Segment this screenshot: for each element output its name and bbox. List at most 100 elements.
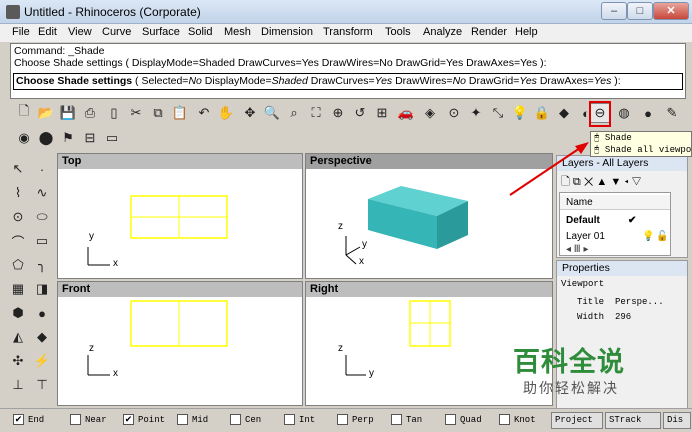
rectangle-icon[interactable]: ▭ — [32, 231, 52, 251]
osnap-perp[interactable]: Perp — [337, 414, 374, 425]
menu-curve[interactable]: Curve — [102, 26, 131, 38]
fillet-icon[interactable]: ╮ — [32, 255, 52, 275]
menu-mesh[interactable]: Mesh — [224, 26, 251, 38]
osnap-end[interactable]: ✔ End — [13, 414, 44, 425]
undo-view-icon[interactable]: ↺ — [350, 103, 370, 123]
viewport-title[interactable]: Front — [58, 282, 302, 297]
menu-analyze[interactable]: Analyze — [423, 26, 462, 38]
save-icon[interactable]: 💾 — [58, 103, 78, 123]
open-file-icon[interactable]: 📂 — [36, 103, 56, 123]
polygon-icon[interactable]: ⬠ — [8, 255, 28, 275]
rotate-view-icon[interactable]: ✥ — [240, 103, 260, 123]
zoom-icon[interactable]: 🔍 — [262, 103, 282, 123]
prompt-option-drawgrid[interactable]: DrawGrid= — [466, 75, 519, 87]
menu-transform[interactable]: Transform — [323, 26, 373, 38]
align-icon[interactable]: ⊤ — [32, 375, 52, 395]
menu-render[interactable]: Render — [471, 26, 507, 38]
color-sphere-icon[interactable]: ◉ — [14, 128, 34, 148]
project-toggle[interactable]: Project — [551, 412, 603, 429]
layers-scrollbar-horizontal[interactable]: ◂ Ⅲ ▸ — [560, 242, 670, 257]
circle-icon[interactable]: ⊙ — [8, 207, 28, 227]
cut-icon[interactable]: ✂ — [126, 103, 146, 123]
print-icon[interactable]: ⎙ — [80, 103, 100, 123]
plane-icon[interactable]: ◈ — [420, 103, 440, 123]
paste-icon[interactable]: 📋 — [170, 103, 190, 123]
document-icon[interactable]: ▭ — [102, 128, 122, 148]
menu-file[interactable]: File — [12, 26, 30, 38]
checkbox[interactable] — [337, 414, 348, 425]
checkbox[interactable] — [284, 414, 295, 425]
checkbox[interactable] — [177, 414, 188, 425]
property-value[interactable]: Perspe... — [615, 297, 664, 307]
zoom-window-icon[interactable]: ⌕ — [284, 103, 304, 123]
checkbox[interactable] — [445, 414, 456, 425]
sphere-icon[interactable]: ● — [32, 303, 52, 323]
flag-icon[interactable]: ⚑ — [58, 128, 78, 148]
prompt-option-drawaxes[interactable]: DrawAxes= — [537, 75, 594, 87]
cplane-icon[interactable]: ⤡ — [488, 103, 508, 123]
mesh-icon[interactable]: ◭ — [8, 327, 28, 347]
surface-icon[interactable]: ▦ — [8, 279, 28, 299]
command-area[interactable]: Command: _Shade Choose Shade settings ( … — [10, 43, 686, 99]
osnap-quad[interactable]: Quad — [445, 414, 482, 425]
point-icon[interactable]: · — [32, 159, 52, 179]
lock-icon[interactable]: 🔒 — [532, 103, 552, 123]
minimize-button[interactable]: – — [601, 2, 627, 20]
move-parent-icon[interactable]: ◂ — [624, 176, 628, 188]
property-value[interactable]: 296 — [615, 312, 631, 322]
curve-icon[interactable]: ∿ — [32, 183, 52, 203]
strack-toggle[interactable]: STrack — [605, 412, 661, 429]
lightbulb-icon[interactable]: 💡 — [510, 103, 530, 123]
checkbox[interactable] — [499, 414, 510, 425]
undo-icon[interactable]: ↶ — [194, 103, 214, 123]
menu-dimension[interactable]: Dimension — [261, 26, 313, 38]
arc-icon[interactable]: ⌒ — [8, 231, 28, 251]
object-snap-icon[interactable]: ✦ — [466, 103, 486, 123]
osnap-int[interactable]: Int — [284, 414, 315, 425]
filter-icon[interactable]: ▽ — [631, 176, 641, 188]
viewport-canvas[interactable]: y x — [58, 169, 302, 278]
car-icon[interactable]: 🚗 — [396, 103, 416, 123]
checkbox[interactable]: ✔ — [13, 414, 24, 425]
close-button[interactable]: ✕ — [653, 2, 689, 20]
command-prompt[interactable]: Choose Shade settings ( Selected=No Disp… — [13, 73, 683, 90]
copy-icon[interactable]: ⧉ — [148, 103, 168, 123]
maximize-button[interactable]: □ — [627, 2, 653, 20]
move-up-icon[interactable]: ▲ — [596, 176, 607, 188]
checkbox[interactable] — [230, 414, 241, 425]
extrude-icon[interactable]: ◨ — [32, 279, 52, 299]
osnap-point[interactable]: ✔ Point — [123, 414, 165, 425]
material-ball-icon[interactable]: ⬤ — [36, 128, 56, 148]
prompt-option-drawwires[interactable]: DrawWires= — [392, 75, 452, 87]
osnap-near[interactable]: Near — [70, 414, 107, 425]
menu-view[interactable]: View — [68, 26, 92, 38]
solid-tools-icon[interactable]: ◆ — [32, 327, 52, 347]
checkbox[interactable] — [391, 414, 402, 425]
menu-solid[interactable]: Solid — [188, 26, 212, 38]
checkbox[interactable] — [70, 414, 81, 425]
menu-edit[interactable]: Edit — [38, 26, 57, 38]
menu-surface[interactable]: Surface — [142, 26, 180, 38]
pan-hand-icon[interactable]: ✋ — [216, 103, 236, 123]
layer-row-default[interactable]: Default ✔ — [560, 213, 670, 228]
render-tools-icon[interactable]: ✎ — [662, 103, 682, 123]
viewport-canvas[interactable]: z x — [58, 297, 302, 405]
polyline-icon[interactable]: ⌇ — [8, 183, 28, 203]
ellipse-icon[interactable]: ⬭ — [32, 207, 52, 227]
osnap-cen[interactable]: Cen — [230, 414, 261, 425]
viewport-title[interactable]: Right — [306, 282, 552, 297]
material-icon[interactable]: ◆ — [554, 103, 574, 123]
menu-tools[interactable]: Tools — [385, 26, 411, 38]
snap-grid-icon[interactable]: ⊙ — [444, 103, 464, 123]
dimension-icon[interactable]: ⊥ — [8, 375, 28, 395]
prompt-option-selected[interactable]: ( Selected= — [135, 75, 188, 87]
page-icon[interactable]: ▯ — [104, 103, 124, 123]
checkbox[interactable]: ✔ — [123, 414, 134, 425]
rendered-shade-icon[interactable]: ◍ — [614, 103, 634, 123]
viewport-top[interactable]: Top y x — [57, 153, 303, 279]
new-file-icon[interactable]: 🗋 — [14, 103, 34, 123]
box-icon[interactable]: ⬢ — [8, 303, 28, 323]
move-down-icon[interactable]: ▼ — [610, 176, 621, 188]
zoom-extents-icon[interactable]: ⛶ — [306, 103, 326, 123]
prompt-option-drawcurves[interactable]: DrawCurves= — [308, 75, 375, 87]
